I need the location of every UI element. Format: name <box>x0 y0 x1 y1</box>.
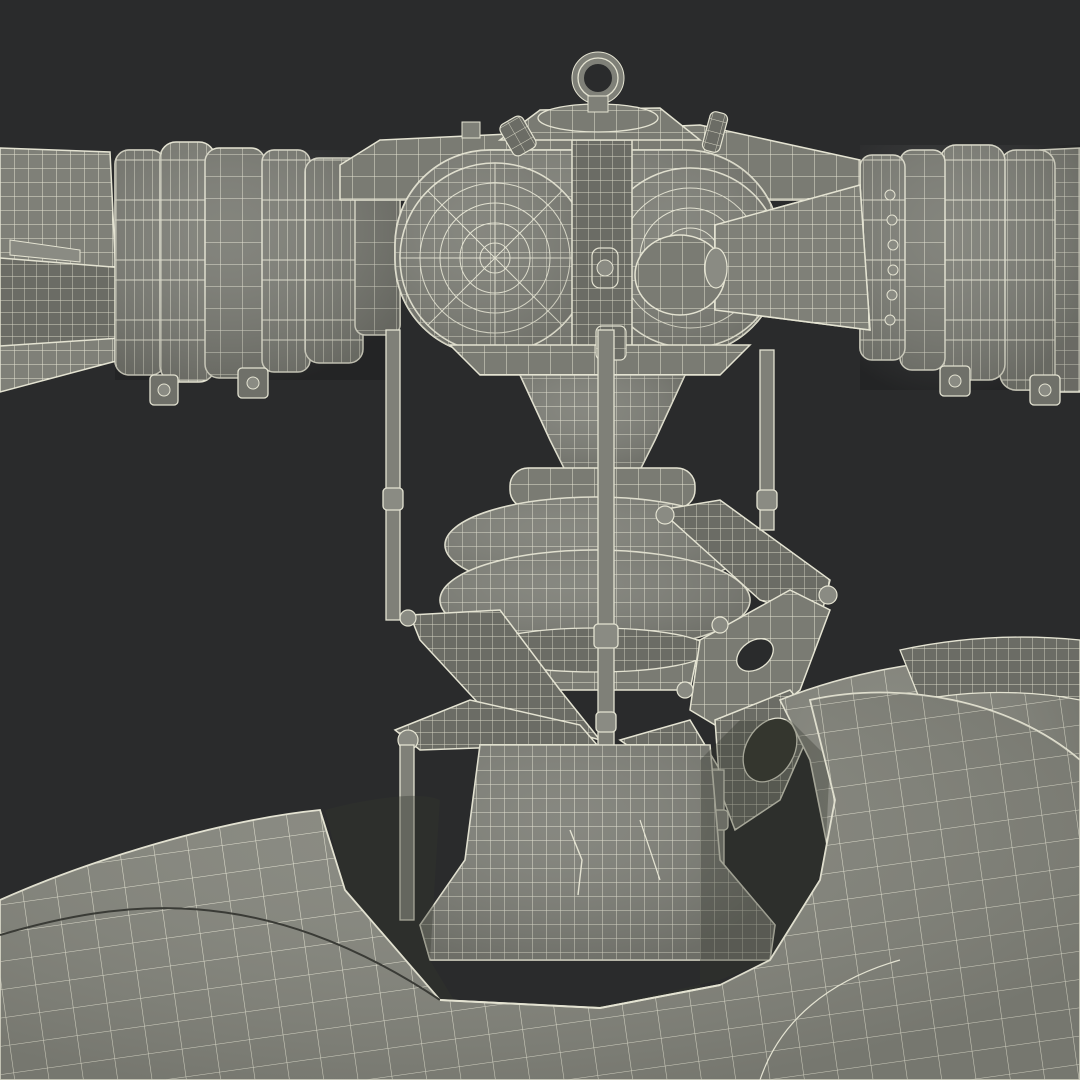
rotor-hub-render <box>0 0 1080 1080</box>
hub-left-disc <box>399 162 591 354</box>
